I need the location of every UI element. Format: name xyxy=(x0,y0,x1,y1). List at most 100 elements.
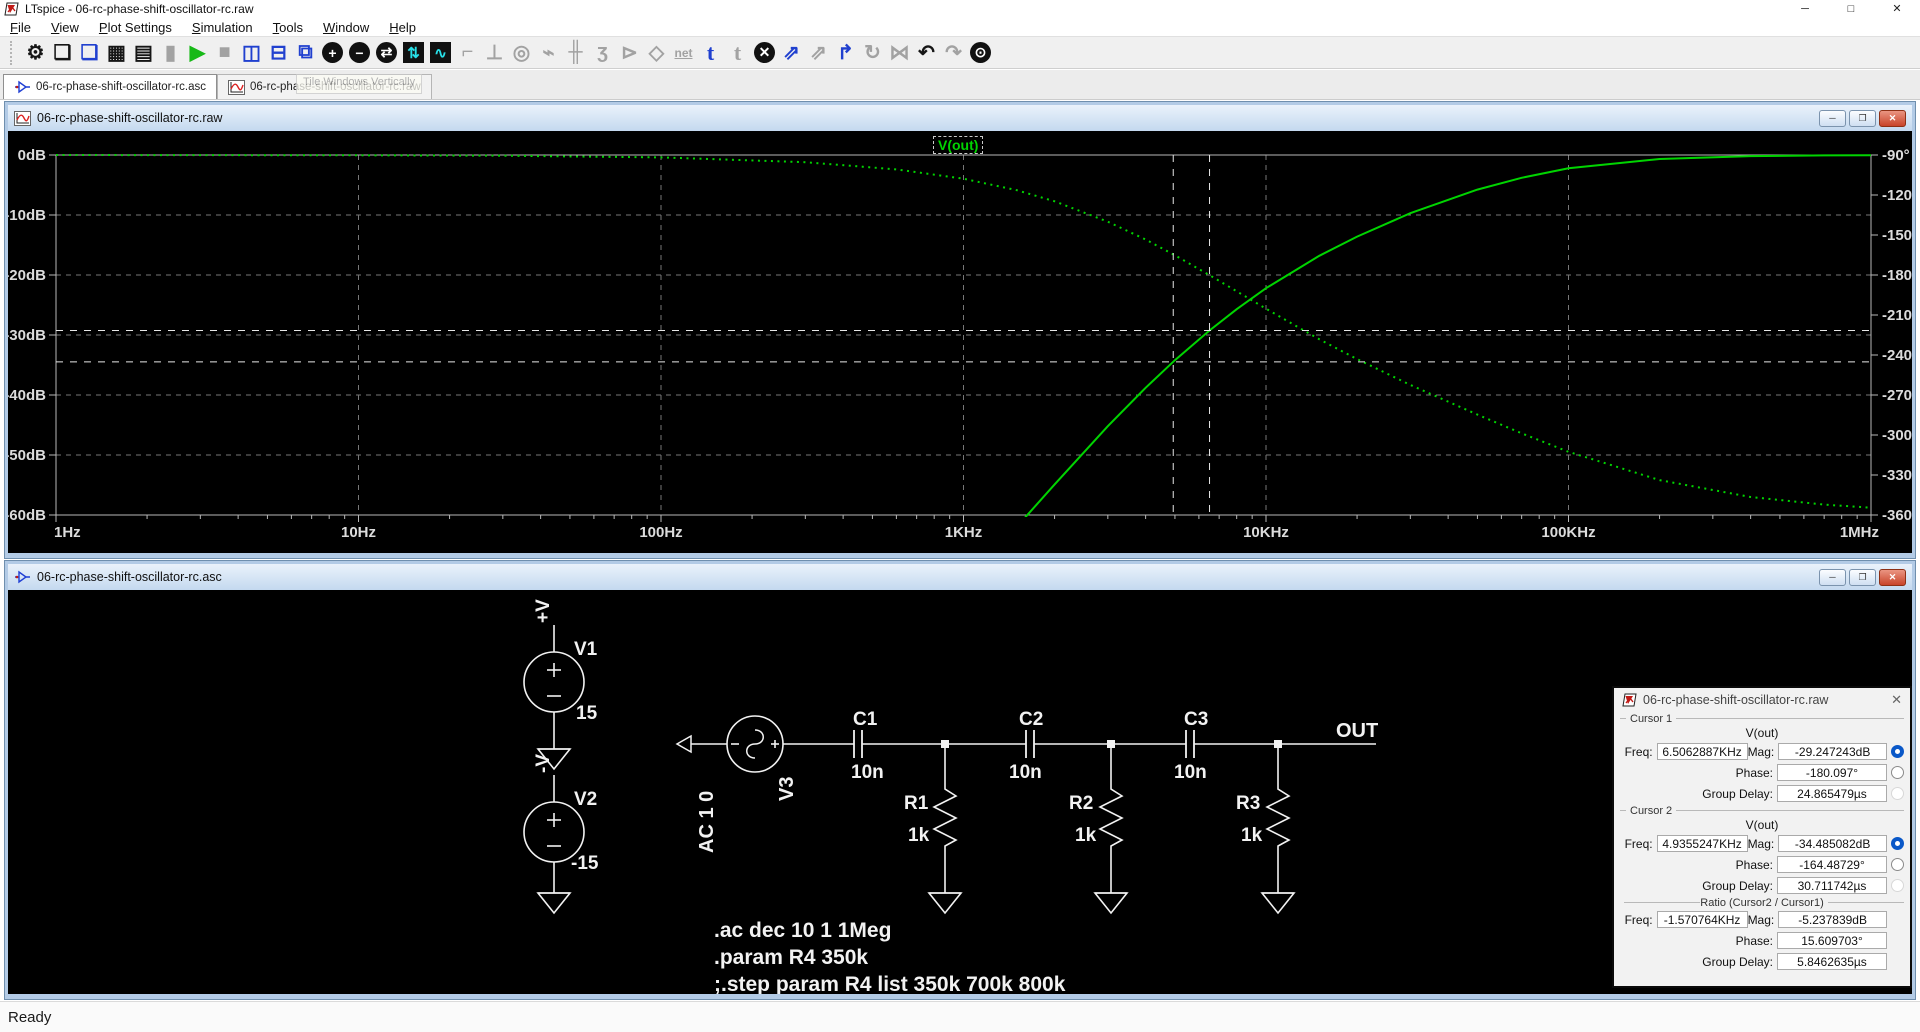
freq-value[interactable]: -1.570764KHz xyxy=(1657,911,1748,928)
cursor-panel-titlebar[interactable]: 06-rc-phase-shift-oscillator-rc.raw ✕ xyxy=(1614,688,1910,712)
spice-directive-1[interactable]: .ac dec 10 1 1Meg xyxy=(714,919,891,942)
schematic-window-titlebar[interactable]: 06-rc-phase-shift-oscillator-rc.asc ─❐✕ xyxy=(8,564,1912,590)
redo-icon[interactable]: ↷ xyxy=(940,39,967,66)
field-value[interactable]: -180.097° xyxy=(1777,764,1887,781)
pause-icon[interactable]: ▮ xyxy=(157,39,184,66)
schematic-label-r3_val[interactable]: 1k xyxy=(1241,825,1263,846)
cursor-trace-radio[interactable] xyxy=(1891,766,1904,779)
menu-help[interactable]: Help xyxy=(379,20,426,35)
autorange-y-axis-icon[interactable]: ⇅ xyxy=(400,39,427,66)
freq-value[interactable]: 4.9355247KHz xyxy=(1657,835,1748,852)
field-value[interactable]: -164.48729° xyxy=(1777,856,1887,873)
waveform-window-restore-button[interactable]: ❐ xyxy=(1849,110,1876,127)
halt-icon[interactable]: ■ xyxy=(211,39,238,66)
drag-icon[interactable]: ⇗ xyxy=(805,39,832,66)
menu-view[interactable]: View xyxy=(41,20,89,35)
schematic-label-r2[interactable]: R2 xyxy=(1069,793,1093,814)
field-value[interactable]: 5.8462635µs xyxy=(1777,953,1887,970)
menu-file[interactable]: File xyxy=(0,20,41,35)
schematic-label-r1[interactable]: R1 xyxy=(904,793,929,814)
schematic-label-out[interactable]: OUT xyxy=(1336,720,1378,742)
zoom-in-icon[interactable]: + xyxy=(319,39,346,66)
control-panel-icon[interactable]: ⚙ xyxy=(22,39,49,66)
schematic-label-v1[interactable]: V1 xyxy=(574,639,598,660)
rotate-icon[interactable]: ↻ xyxy=(859,39,886,66)
schematic-label-ac[interactable]: AC 1 0 xyxy=(696,791,718,853)
schematic-label-c1_val[interactable]: 10n xyxy=(851,762,884,783)
spice-netlist-icon[interactable]: net xyxy=(670,39,697,66)
cursor-trace-radio[interactable] xyxy=(1891,879,1904,892)
tile-horizontal-icon[interactable]: ⊟ xyxy=(265,39,292,66)
cursor-panel-close-icon[interactable]: ✕ xyxy=(1891,692,1902,708)
open-file-icon[interactable]: ❏ xyxy=(76,39,103,66)
text-icon[interactable]: t xyxy=(697,39,724,66)
waveform-window-close-button[interactable]: ✕ xyxy=(1879,110,1906,127)
schematic-label-c1[interactable]: C1 xyxy=(853,709,878,730)
cursor-trace-radio[interactable] xyxy=(1891,745,1904,758)
menu-plot-settings[interactable]: Plot Settings xyxy=(89,20,182,35)
print-icon[interactable]: ▤ xyxy=(130,39,157,66)
draw-wire-icon[interactable]: ⌐ xyxy=(454,39,481,66)
schematic-label-v2[interactable]: V2 xyxy=(574,789,597,810)
cursor-trace-radio[interactable] xyxy=(1891,787,1904,800)
field-value[interactable]: 24.865479µs xyxy=(1777,785,1887,802)
schematic-label-c2[interactable]: C2 xyxy=(1019,709,1043,730)
mirror-icon[interactable]: ⋈ xyxy=(886,39,913,66)
schematic-label-c2_val[interactable]: 10n xyxy=(1009,762,1042,783)
menu-window[interactable]: Window xyxy=(313,20,379,35)
schematic-window-close-button[interactable]: ✕ xyxy=(1879,569,1906,586)
spice-directive-2[interactable]: .param R4 350k xyxy=(714,946,868,969)
delete-icon[interactable]: ✕ xyxy=(751,39,778,66)
schematic-label-r1_val[interactable]: 1k xyxy=(908,825,930,846)
ground-icon[interactable]: ⊥ xyxy=(481,39,508,66)
field-value[interactable]: -29.247243dB xyxy=(1778,743,1887,760)
new-schematic-icon[interactable]: ❏ xyxy=(49,39,76,66)
menu-tools[interactable]: Tools xyxy=(263,20,313,35)
freq-value[interactable]: 6.5062887KHz xyxy=(1657,743,1748,760)
waveform-plot-area[interactable]: V(out) 0dB-10dB-20dB-30dB-40dB-50dB-60dB… xyxy=(8,131,1912,553)
schematic-window-minimize-button[interactable]: ─ xyxy=(1819,569,1846,586)
cascade-windows-icon[interactable]: ⧉ xyxy=(292,39,319,66)
find-icon[interactable]: ⊙ xyxy=(967,39,994,66)
resistor-icon[interactable]: ⌁ xyxy=(535,39,562,66)
save-icon[interactable]: ▦ xyxy=(103,39,130,66)
inductor-icon[interactable]: ʒ xyxy=(589,39,616,66)
schematic-label-v1_val[interactable]: 15 xyxy=(576,703,598,724)
bode-plot[interactable]: 0dB-10dB-20dB-30dB-40dB-50dB-60dB-90°-12… xyxy=(8,131,1912,553)
schematic-label-c3_val[interactable]: 10n xyxy=(1174,762,1207,783)
zoom-full-extents-icon[interactable]: ⇄ xyxy=(373,39,400,66)
cursor-trace-radio[interactable] xyxy=(1891,837,1904,850)
tab-schematic[interactable]: 06-rc-phase-shift-oscillator-rc.asc xyxy=(3,74,217,99)
field-value[interactable]: 30.711742µs xyxy=(1777,877,1887,894)
menu-simulation[interactable]: Simulation xyxy=(182,20,263,35)
move-icon[interactable]: ⇗ xyxy=(778,39,805,66)
drag-wire-icon[interactable]: ↱ xyxy=(832,39,859,66)
tile-vertical-icon[interactable]: ◫ xyxy=(238,39,265,66)
cursor-trace-radio[interactable] xyxy=(1891,858,1904,871)
schematic-label-v_plus[interactable]: +V xyxy=(533,599,554,623)
run-icon[interactable]: ▶ xyxy=(184,39,211,66)
field-value[interactable]: -5.237839dB xyxy=(1778,911,1887,928)
component-icon[interactable]: ◇ xyxy=(643,39,670,66)
app-close-button[interactable]: ✕ xyxy=(1874,0,1920,18)
net-label-icon[interactable]: ◎ xyxy=(508,39,535,66)
field-value[interactable]: 15.609703° xyxy=(1777,932,1887,949)
app-maximize-button[interactable]: □ xyxy=(1828,0,1874,18)
undo-icon[interactable]: ↶ xyxy=(913,39,940,66)
schematic-label-c3[interactable]: C3 xyxy=(1184,709,1208,730)
waveform-window-titlebar[interactable]: 06-rc-phase-shift-oscillator-rc.raw ─❐✕ xyxy=(8,105,1912,131)
field-value[interactable]: -34.485082dB xyxy=(1778,835,1887,852)
schematic-label-r3[interactable]: R3 xyxy=(1236,793,1260,814)
schematic-label-r2_val[interactable]: 1k xyxy=(1075,825,1097,846)
schematic-label-v2_val[interactable]: -15 xyxy=(571,853,599,874)
app-minimize-button[interactable]: ─ xyxy=(1782,0,1828,18)
pan-waveform-icon[interactable]: ∿ xyxy=(427,39,454,66)
schematic-label-v_minus[interactable]: -V xyxy=(533,754,554,773)
spice-directive-3[interactable]: ;.step param R4 list 350k 700k 800k xyxy=(714,973,1066,994)
spice-directive-icon[interactable]: t xyxy=(724,39,751,66)
zoom-out-icon[interactable]: − xyxy=(346,39,373,66)
schematic-label-v3[interactable]: V3 xyxy=(776,777,798,801)
waveform-window-minimize-button[interactable]: ─ xyxy=(1819,110,1846,127)
diode-icon[interactable]: ⊳ xyxy=(616,39,643,66)
capacitor-icon[interactable]: ╫ xyxy=(562,39,589,66)
